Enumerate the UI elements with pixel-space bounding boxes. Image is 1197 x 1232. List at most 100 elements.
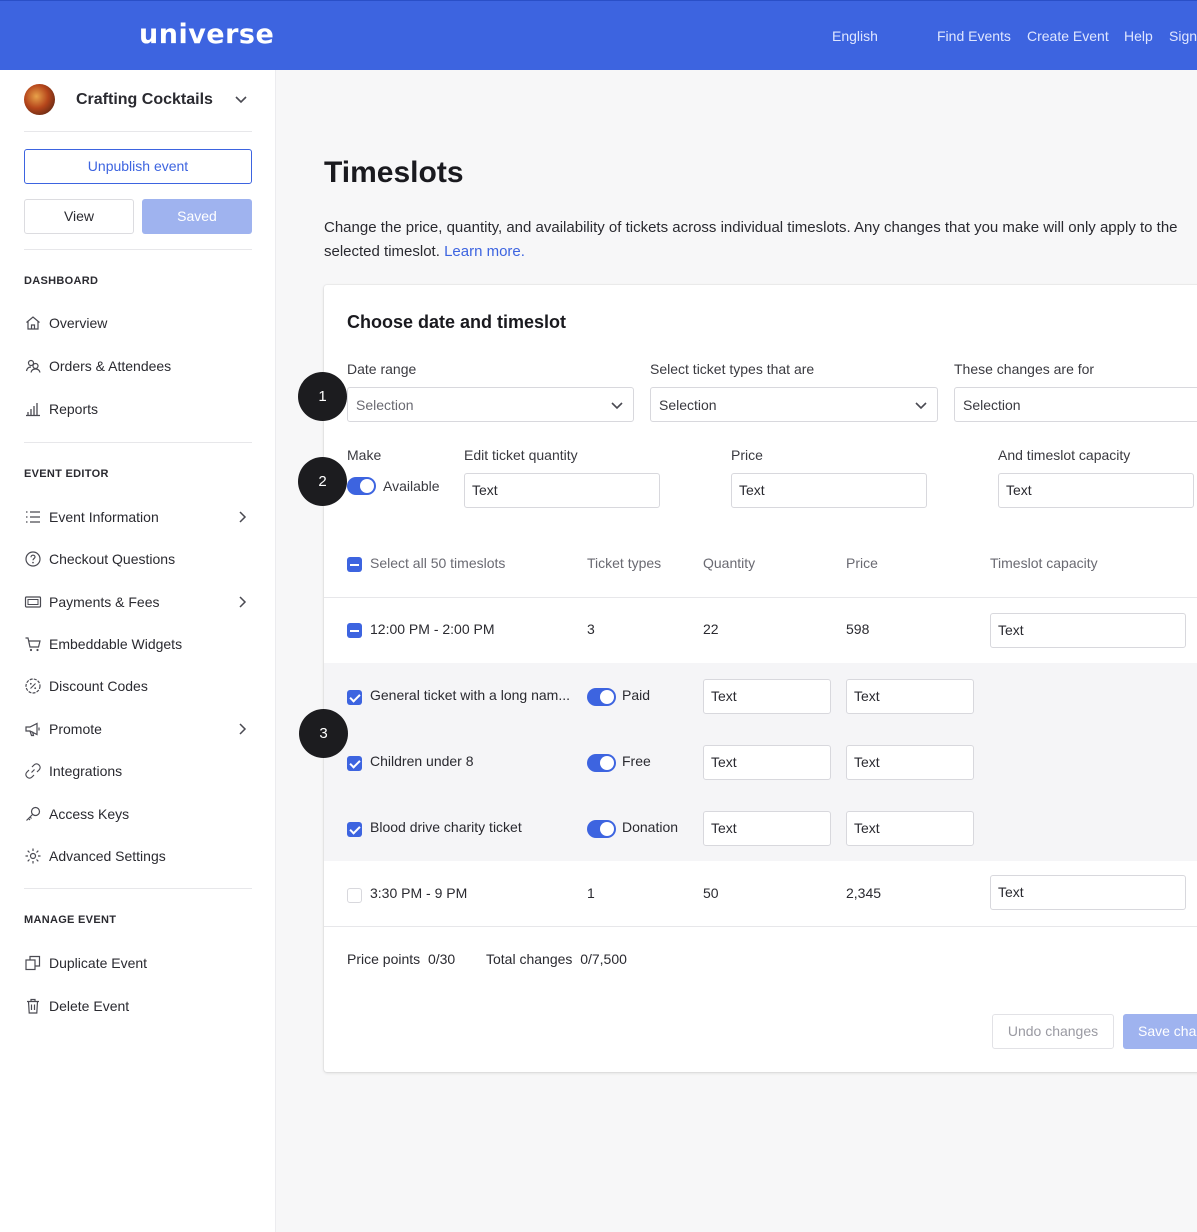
ticket-types-label: Select ticket types that are — [650, 361, 815, 377]
save-changes-button[interactable]: Save changes — [1123, 1014, 1197, 1049]
sidebar-item-checkout-questions[interactable]: Checkout Questions — [24, 547, 252, 571]
select-all-label[interactable]: Select all 50 timeslots — [370, 555, 505, 571]
sidebar-item-event-information[interactable]: Event Information — [24, 505, 252, 529]
ticket-row[interactable]: Children under 8 Free Text Text — [324, 729, 1197, 795]
chevron-down-icon — [915, 402, 927, 410]
price-points-label: Price points — [347, 951, 421, 967]
saved-button[interactable]: Saved — [142, 199, 252, 234]
price-header: Price — [846, 555, 878, 571]
create-event-link[interactable]: Create Event — [1027, 28, 1109, 44]
sidebar-item-label: Orders & Attendees — [49, 358, 172, 374]
unpublish-event-button[interactable]: Unpublish event — [24, 149, 252, 184]
ticket-quantity-input[interactable]: Text — [703, 745, 831, 780]
ticket-types-select[interactable]: Selection — [650, 387, 938, 422]
select-all-checkbox[interactable] — [347, 557, 362, 572]
step-marker: 1 — [298, 372, 347, 421]
ticket-row[interactable]: General ticket with a long nam... Paid T… — [324, 663, 1197, 729]
view-button[interactable]: View — [24, 199, 134, 234]
row-checkbox[interactable] — [347, 888, 362, 903]
sidebar-item-label: Duplicate Event — [49, 955, 148, 971]
input-value: Text — [854, 820, 880, 836]
ticket-quantity-input[interactable]: Text — [703, 679, 831, 714]
key-icon — [26, 806, 41, 821]
ticket-toggle[interactable] — [587, 688, 616, 706]
dashboard-section-title: DASHBOARD — [24, 275, 99, 287]
table-row[interactable]: 3:30 PM - 9 PM 1 50 2,345 Text — [324, 861, 1197, 927]
payment-card-icon — [24, 596, 42, 608]
sidebar-item-label: Delete Event — [49, 998, 130, 1014]
timeslot-time: 3:30 PM - 9 PM — [370, 885, 468, 901]
input-value: Text — [854, 688, 880, 704]
input-value: Text — [711, 820, 737, 836]
ticket-row[interactable]: Blood drive charity ticket Donation Text… — [324, 795, 1197, 861]
input-value: Text — [998, 884, 1024, 900]
sidebar-item-label: Payments & Fees — [49, 594, 160, 610]
sidebar-item-integrations[interactable]: Integrations — [24, 759, 252, 783]
cart-icon — [25, 637, 41, 652]
sidebar-item-promote[interactable]: Promote — [24, 717, 252, 741]
duplicate-icon — [25, 955, 41, 971]
input-value: Text — [711, 754, 737, 770]
input-value: Text — [739, 482, 765, 498]
ticket-checkbox[interactable] — [347, 822, 362, 837]
sidebar-item-orders-attendees[interactable]: Orders & Attendees — [24, 354, 252, 378]
chevron-right-icon — [239, 596, 247, 608]
event-switcher[interactable]: Crafting Cocktails — [24, 84, 252, 120]
universe-logo[interactable]: universe — [139, 19, 274, 50]
divider — [24, 888, 252, 889]
changes-for-label: These changes are for — [954, 361, 1095, 377]
sidebar-item-overview[interactable]: Overview — [24, 311, 252, 335]
sidebar-item-duplicate-event[interactable]: Duplicate Event — [24, 951, 252, 975]
chevron-right-icon — [239, 511, 247, 523]
price-points-summary: Price points 0/30 — [347, 951, 455, 967]
event-editor-section-title: EVENT EDITOR — [24, 468, 109, 480]
undo-changes-button[interactable]: Undo changes — [992, 1014, 1114, 1049]
available-toggle[interactable] — [347, 477, 376, 495]
ticket-toggle[interactable] — [587, 820, 616, 838]
home-icon — [26, 316, 40, 330]
ticket-price-input[interactable]: Text — [846, 679, 974, 714]
ticket-name: Blood drive charity ticket — [370, 819, 522, 835]
ticket-toggle[interactable] — [587, 754, 616, 772]
total-changes-label: Total changes — [486, 951, 573, 967]
ticket-checkbox[interactable] — [347, 756, 362, 771]
sidebar-item-access-keys[interactable]: Access Keys — [24, 802, 252, 826]
find-events-link[interactable]: Find Events — [937, 28, 1011, 44]
divider — [24, 249, 252, 250]
manage-event-section-title: MANAGE EVENT — [24, 914, 117, 926]
ticket-checkbox[interactable] — [347, 690, 362, 705]
sidebar-item-embeddable-widgets[interactable]: Embeddable Widgets — [24, 632, 252, 656]
table-row[interactable]: 12:00 PM - 2:00 PM 3 22 598 Text — [324, 597, 1197, 663]
sidebar-item-delete-event[interactable]: Delete Event — [24, 994, 252, 1018]
select-value: Selection — [963, 397, 1021, 413]
sidebar-item-label: Access Keys — [49, 806, 130, 822]
timeslot-capacity-input[interactable]: Text — [990, 613, 1186, 648]
sidebar-item-label: Advanced Settings — [49, 848, 166, 864]
capacity-input[interactable]: Text — [998, 473, 1194, 508]
input-value: Text — [854, 754, 880, 770]
chevron-down-icon[interactable] — [234, 92, 248, 106]
price-input[interactable]: Text — [731, 473, 927, 508]
sidebar-item-advanced-settings[interactable]: Advanced Settings — [24, 844, 252, 868]
ticket-price-input[interactable]: Text — [846, 745, 974, 780]
question-circle-icon — [25, 551, 41, 567]
learn-more-link[interactable]: Learn more. — [444, 243, 525, 260]
date-range-select[interactable]: Selection — [347, 387, 634, 422]
timeslot-capacity-input[interactable]: Text — [990, 875, 1186, 910]
input-value: Text — [472, 482, 498, 498]
step-marker: 2 — [298, 457, 347, 506]
changes-for-select[interactable]: Selection — [954, 387, 1197, 422]
sidebar-item-discount-codes[interactable]: Discount Codes — [24, 674, 252, 698]
ticket-quantity-input[interactable]: Text — [703, 811, 831, 846]
sign-in-link[interactable]: Sign — [1169, 28, 1197, 44]
help-link[interactable]: Help — [1124, 28, 1153, 44]
language-selector[interactable]: English — [832, 28, 878, 44]
chevron-right-icon — [239, 723, 247, 735]
sidebar-item-reports[interactable]: Reports — [24, 397, 252, 421]
divider — [324, 926, 1197, 927]
edit-quantity-input[interactable]: Text — [464, 473, 660, 508]
row-checkbox[interactable] — [347, 623, 362, 638]
price-label: Price — [731, 447, 763, 463]
ticket-price-input[interactable]: Text — [846, 811, 974, 846]
sidebar-item-payments-fees[interactable]: Payments & Fees — [24, 590, 252, 614]
